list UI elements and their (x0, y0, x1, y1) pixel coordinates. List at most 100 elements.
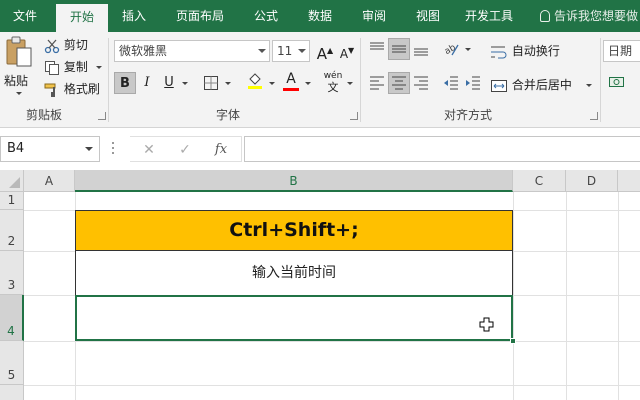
name-box[interactable]: B4 (0, 136, 100, 162)
align-center-button[interactable] (388, 72, 410, 94)
cut-button[interactable]: 剪切 (44, 36, 88, 54)
tell-me-search[interactable]: 告诉我您想要做 (540, 0, 638, 32)
row-header-1[interactable]: 1 (0, 192, 24, 210)
fill-color-dropdown-icon[interactable] (269, 82, 275, 85)
copy-button[interactable]: 复制 (44, 58, 102, 76)
font-color-dropdown-icon[interactable] (305, 82, 311, 85)
formula-input[interactable] (244, 136, 640, 162)
font-color-button[interactable]: A (280, 70, 302, 92)
tab-formulas[interactable]: 公式 (244, 0, 288, 32)
borders-icon (204, 76, 218, 90)
column-header-d[interactable]: D (566, 170, 618, 192)
align-right-button[interactable] (410, 72, 432, 94)
phonetic-dropdown-icon[interactable] (347, 82, 353, 85)
number-format-select[interactable]: 日期 (603, 40, 640, 62)
ribbon-home: 粘贴 剪切 复制 格式刷 剪贴板 微软雅黑 11 A▲ A▼ B I U A w… (0, 32, 640, 128)
increase-indent-button[interactable] (462, 72, 484, 94)
format-painter-label: 格式刷 (63, 82, 100, 96)
decrease-indent-button[interactable] (440, 72, 462, 94)
underline-button[interactable]: U (158, 72, 180, 94)
group-divider (360, 38, 361, 122)
merge-center-button[interactable]: 合并后居中 (490, 76, 572, 94)
row-header-6[interactable] (0, 385, 24, 400)
align-bottom-button[interactable] (410, 38, 432, 60)
cell-b2[interactable]: Ctrl+Shift+; (75, 210, 513, 251)
tab-home[interactable]: 开始 (56, 4, 108, 32)
decrease-indent-icon (444, 76, 458, 90)
column-header-a[interactable]: A (24, 170, 75, 192)
paste-button[interactable]: 粘贴 (4, 36, 34, 100)
copy-dropdown-icon (96, 66, 102, 69)
paste-icon (6, 36, 32, 67)
tab-view[interactable]: 视图 (406, 0, 450, 32)
orientation-dropdown-icon[interactable] (465, 48, 471, 51)
shrink-font-button[interactable]: A▼ (336, 40, 358, 62)
tab-file[interactable]: 文件 (2, 0, 48, 32)
tab-review[interactable]: 审阅 (352, 0, 396, 32)
align-top-button[interactable] (366, 38, 388, 60)
alignment-launcher-icon[interactable] (590, 112, 598, 120)
gridline (24, 385, 640, 386)
font-size-select[interactable]: 11 (272, 40, 310, 62)
copy-icon (45, 60, 59, 75)
merge-dropdown-icon[interactable] (586, 84, 592, 87)
align-right-icon (414, 76, 428, 90)
lightbulb-icon (540, 10, 550, 22)
number-format-value: 日期 (608, 44, 633, 58)
cell-b4-active[interactable] (75, 295, 513, 341)
currency-icon (609, 77, 624, 87)
row-number: 5 (7, 368, 16, 382)
align-middle-button[interactable] (388, 38, 410, 60)
orientation-button[interactable]: ab (440, 38, 462, 60)
italic-button[interactable]: I (136, 72, 158, 94)
tab-page-layout[interactable]: 页面布局 (168, 0, 232, 32)
row-header-3[interactable]: 3 (0, 251, 24, 295)
formula-bar: B4 ✕ ✓ fx (0, 128, 640, 170)
phonetic-button[interactable]: wén 文 (322, 70, 344, 94)
borders-button[interactable] (200, 72, 222, 94)
accounting-format-button[interactable] (608, 74, 626, 90)
increase-indent-icon (466, 76, 480, 90)
gridline (618, 192, 619, 400)
font-name-select[interactable]: 微软雅黑 (114, 40, 270, 62)
row-header-2[interactable]: 2 (0, 210, 24, 251)
tab-developer[interactable]: 开发工具 (456, 0, 522, 32)
row-number: 3 (7, 278, 16, 292)
borders-dropdown-icon[interactable] (225, 82, 231, 85)
align-bottom-icon (414, 48, 428, 56)
row-header-5[interactable]: 5 (0, 341, 24, 385)
tab-insert[interactable]: 插入 (112, 0, 156, 32)
column-header-b[interactable]: B (75, 170, 513, 192)
gridline (24, 341, 640, 342)
font-color-swatch (283, 88, 299, 91)
tab-data[interactable]: 数据 (298, 0, 342, 32)
text-orientation-icon: ab (443, 43, 459, 57)
grow-font-button[interactable]: A▲ (314, 40, 336, 63)
select-all-button[interactable] (0, 170, 24, 192)
cell-b3[interactable]: 输入当前时间 (75, 251, 513, 296)
merge-cells-icon (491, 79, 507, 92)
scissors-icon (44, 39, 60, 53)
bold-button[interactable]: B (114, 72, 136, 94)
row-number: 2 (7, 234, 16, 248)
format-painter-button[interactable]: 格式刷 (44, 80, 100, 98)
name-box-value: B4 (7, 141, 25, 156)
resize-handle[interactable] (112, 142, 115, 156)
clipboard-launcher-icon[interactable] (98, 112, 106, 120)
cancel-entry-button[interactable]: ✕ (140, 142, 158, 158)
fill-color-button[interactable] (244, 70, 266, 92)
column-header-e[interactable] (618, 170, 640, 192)
confirm-entry-button[interactable]: ✓ (176, 142, 194, 158)
align-left-icon (370, 76, 384, 90)
column-header-c[interactable]: C (513, 170, 566, 192)
insert-function-button[interactable]: fx (212, 142, 230, 158)
select-all-icon (9, 177, 20, 188)
font-launcher-icon[interactable] (350, 112, 358, 120)
underline-dropdown-icon[interactable] (182, 82, 188, 85)
paste-dropdown-icon (16, 92, 22, 95)
align-left-button[interactable] (366, 72, 388, 94)
row-header-4[interactable]: 4 (0, 295, 24, 341)
wrap-text-button[interactable]: 自动换行 (490, 42, 560, 60)
chevron-down-icon (298, 49, 306, 53)
fill-handle[interactable] (510, 338, 516, 344)
